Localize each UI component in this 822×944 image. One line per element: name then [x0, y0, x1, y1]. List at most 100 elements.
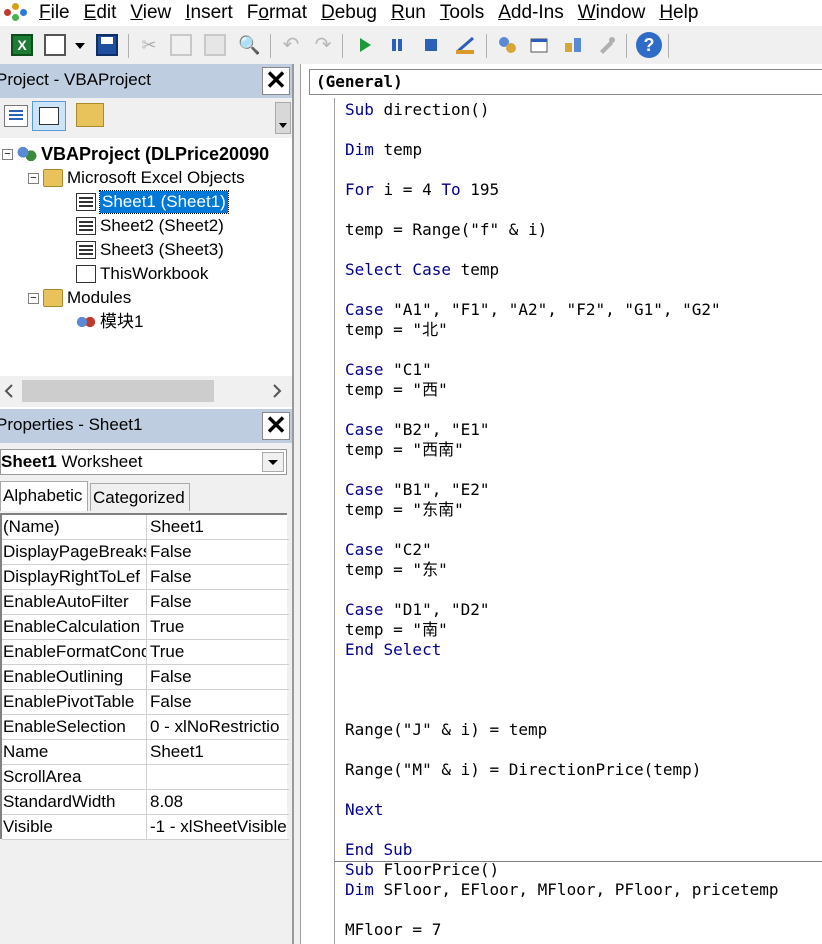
code-line[interactable]: temp = "南" — [345, 620, 448, 640]
close-icon[interactable]: ✕ — [262, 67, 290, 95]
chevron-down-icon[interactable] — [262, 452, 284, 472]
property-value[interactable]: Sheet1 — [149, 515, 287, 540]
view-code-icon[interactable] — [4, 105, 28, 127]
code-line[interactable]: End Select — [345, 640, 441, 660]
code-line[interactable]: MFloor = 7 — [345, 920, 441, 940]
property-value[interactable]: False — [149, 590, 287, 615]
code-line[interactable]: Sub direction() — [345, 100, 490, 120]
project-pane-title-bar[interactable]: Project - VBAProject ✕ — [0, 64, 292, 98]
excel-vba-icon[interactable] — [0, 0, 32, 26]
code-line[interactable]: Select Case temp — [345, 260, 499, 280]
view-excel-icon[interactable]: X — [11, 34, 33, 56]
code-line[interactable]: Dim SFloor, EFloor, MFloor, PFloor, pric… — [345, 880, 778, 900]
code-line[interactable]: temp = "东" — [345, 560, 448, 580]
menu-window[interactable]: Window — [571, 1, 653, 25]
property-value[interactable]: 0 - xlNoRestrictio — [149, 715, 287, 740]
copy-icon[interactable] — [170, 34, 192, 56]
tree-node-modules[interactable]: − Modules — [28, 286, 131, 310]
menu-file[interactable]: File — [32, 1, 77, 25]
code-line[interactable]: Case "A1", "F1", "A2", "F2", "G1", "G2" — [345, 300, 721, 320]
undo-icon[interactable]: ↶ — [280, 34, 302, 56]
object-selector-dropdown[interactable]: Sheet1 Worksheet — [0, 449, 287, 475]
object-combo[interactable]: (General) — [309, 69, 822, 95]
code-line[interactable]: Case "C1" — [345, 360, 432, 380]
save-icon[interactable] — [96, 34, 118, 56]
menu-help[interactable]: Help — [652, 1, 705, 25]
code-line[interactable]: End Sub — [345, 840, 412, 860]
code-line[interactable]: Dim temp — [345, 140, 422, 160]
property-value[interactable]: Sheet1 — [149, 740, 287, 765]
run-icon[interactable] — [354, 34, 376, 56]
collapse-icon[interactable]: − — [28, 172, 39, 184]
property-row[interactable]: EnableSelection 0 - xlNoRestrictio — [2, 715, 289, 740]
code-line[interactable]: Case "C2" — [345, 540, 432, 560]
code-line[interactable]: Next — [345, 800, 384, 820]
tree-node-sheet1[interactable]: Sheet1 (Sheet1) — [76, 190, 229, 214]
property-row[interactable]: EnableOutlining False — [2, 665, 289, 690]
property-row[interactable]: EnablePivotTable False — [2, 690, 289, 715]
tree-node-sheet2[interactable]: Sheet2 (Sheet2) — [76, 214, 224, 238]
property-row[interactable]: Name Sheet1 — [2, 740, 289, 765]
property-row[interactable]: EnableCalculation True — [2, 615, 289, 640]
properties-pane-title-bar[interactable]: Properties - Sheet1 ✕ — [0, 409, 292, 443]
property-value[interactable]: False — [149, 565, 287, 590]
scroll-left-icon[interactable] — [2, 382, 16, 400]
code-line[interactable]: Sub FloorPrice() — [345, 860, 499, 880]
code-line[interactable]: Case "B1", "E2" — [345, 480, 490, 500]
paste-icon[interactable] — [204, 34, 226, 56]
menu-debug[interactable]: Debug — [314, 1, 384, 25]
property-row[interactable]: Visible -1 - xlSheetVisible — [2, 815, 289, 840]
collapse-icon[interactable]: − — [2, 148, 13, 160]
code-line[interactable]: For i = 4 To 195 — [345, 180, 499, 200]
property-value[interactable]: 8.08 — [149, 790, 287, 815]
scroll-right-icon[interactable] — [270, 382, 284, 400]
tree-node-module1[interactable]: 模块1 — [76, 310, 143, 334]
insert-userform-icon[interactable] — [44, 34, 66, 56]
help-icon[interactable]: ? — [636, 32, 662, 58]
redo-icon[interactable]: ↷ — [312, 34, 334, 56]
object-browser-icon[interactable] — [562, 34, 584, 56]
property-row[interactable]: DisplayPageBreaks False — [2, 540, 289, 565]
toggle-folders-icon[interactable] — [76, 103, 104, 127]
property-row[interactable]: EnableAutoFilter False — [2, 590, 289, 615]
property-row[interactable]: StandardWidth 8.08 — [2, 790, 289, 815]
collapse-icon[interactable]: − — [28, 292, 39, 304]
property-row[interactable]: (Name) Sheet1 — [2, 515, 289, 540]
menu-insert[interactable]: Insert — [178, 1, 240, 25]
code-line[interactable]: Case "B2", "E1" — [345, 420, 490, 440]
design-mode-icon[interactable] — [454, 34, 476, 56]
menu-edit[interactable]: Edit — [77, 1, 124, 25]
tree-node-vbaproject[interactable]: − VBAProject (DLPrice20090 — [2, 142, 269, 166]
view-object-icon[interactable] — [32, 101, 66, 131]
property-value[interactable]: True — [149, 640, 287, 665]
properties-window-icon[interactable] — [528, 34, 550, 56]
menu-run[interactable]: Run — [384, 1, 433, 25]
tree-node-excel-objects[interactable]: − Microsoft Excel Objects — [28, 166, 245, 190]
menu-view[interactable]: View — [123, 1, 178, 25]
property-value[interactable]: True — [149, 615, 287, 640]
tree-node-thisworkbook[interactable]: ThisWorkbook — [76, 262, 208, 286]
property-value[interactable]: False — [149, 690, 287, 715]
toolbar-overflow-icon[interactable] — [275, 102, 291, 134]
property-row[interactable]: EnableFormatCond True — [2, 640, 289, 665]
property-value[interactable] — [149, 765, 287, 790]
code-line[interactable]: Range("M" & i) = DirectionPrice(temp) — [345, 760, 701, 780]
code-margin-indicator-bar[interactable] — [307, 98, 335, 944]
code-line[interactable]: Case "D1", "D2" — [345, 600, 490, 620]
project-explorer-icon[interactable] — [496, 34, 518, 56]
property-row[interactable]: ScrollArea — [2, 765, 289, 790]
tree-node-sheet3[interactable]: Sheet3 (Sheet3) — [76, 238, 224, 262]
break-icon[interactable] — [386, 34, 408, 56]
code-editor[interactable]: Sub direction() Dim temp For i = 4 To 195 t… — [345, 100, 822, 944]
close-icon[interactable]: ✕ — [262, 412, 290, 440]
property-value[interactable]: False — [149, 665, 287, 690]
toolbox-icon[interactable] — [596, 34, 618, 56]
find-icon[interactable]: 🔍 — [238, 34, 260, 56]
tab-alphabetic[interactable]: Alphabetic — [0, 481, 88, 511]
menu-format[interactable]: Format — [240, 1, 314, 25]
property-value[interactable]: False — [149, 540, 287, 565]
code-line[interactable]: temp = "北" — [345, 320, 448, 340]
property-value[interactable]: -1 - xlSheetVisible — [149, 815, 287, 840]
code-line[interactable]: temp = Range("f" & i) — [345, 220, 547, 240]
code-line[interactable]: temp = "东南" — [345, 500, 464, 520]
